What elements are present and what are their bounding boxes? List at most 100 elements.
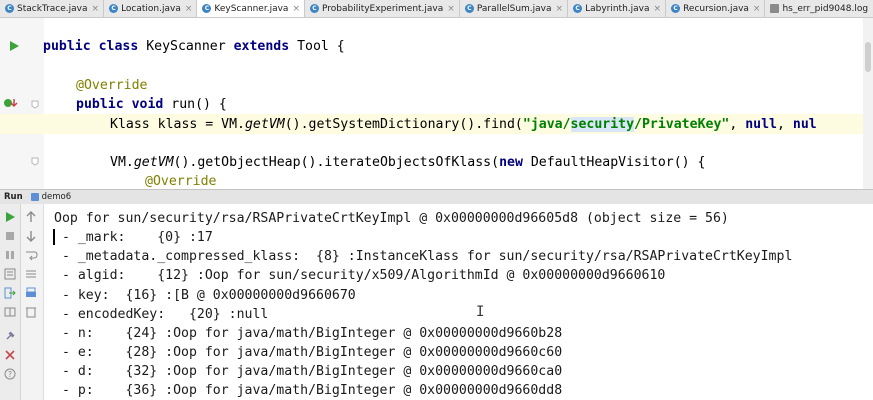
print-icon[interactable] xyxy=(24,286,38,300)
pause-icon[interactable] xyxy=(3,248,17,262)
run-toolbar-primary: ? xyxy=(0,204,21,400)
code-token: extends xyxy=(233,39,290,54)
code-token: "java/ xyxy=(522,117,571,132)
tab-labyrinth[interactable]: C Labyrinth.java × xyxy=(568,0,667,17)
console-line: - d: {32} :Oop for java/math/BigInteger … xyxy=(54,364,563,379)
code-token: nul xyxy=(792,117,817,132)
close-icon[interactable]: × xyxy=(92,4,100,14)
tab-parallelsum[interactable]: C ParallelSum.java × xyxy=(460,0,569,17)
code-token: @Override xyxy=(76,78,148,93)
class-icon: C xyxy=(671,4,681,13)
fold-marker-icon[interactable] xyxy=(31,100,39,109)
code-token: Klass klass = VM. xyxy=(110,117,245,132)
tab-label: Recursion.java xyxy=(683,3,749,14)
tab-label: hs_err_pid9048.log xyxy=(782,3,869,14)
code-token: , xyxy=(776,117,793,132)
code-line-inner-override: @Override xyxy=(145,172,216,189)
close-icon[interactable]: × xyxy=(292,4,300,14)
code-line-iterate-objects: VM.getVM().getObjectHeap().iterateObject… xyxy=(110,153,706,172)
code-token: public xyxy=(76,97,124,112)
tab-keyscanner[interactable]: C KeyScanner.java × xyxy=(197,0,305,17)
run-toolbar-secondary xyxy=(21,204,44,400)
override-method-icon[interactable] xyxy=(3,97,21,109)
console-line: - n: {24} :Oop for java/math/BigInteger … xyxy=(54,326,563,341)
close-icon[interactable]: × xyxy=(753,4,761,14)
code-token: VM. xyxy=(110,155,134,170)
console-line: - e: {28} :Oop for java/math/BigInteger … xyxy=(54,345,563,360)
console-line: - _metadata._compressed_klass: {8} :Inst… xyxy=(54,249,793,264)
console-line: - encodedKey: {20} :null xyxy=(54,307,269,322)
stop-icon[interactable] xyxy=(3,229,17,243)
clear-all-icon[interactable] xyxy=(24,305,38,319)
rerun-icon[interactable] xyxy=(3,210,17,224)
exit-icon[interactable] xyxy=(3,286,17,300)
code-token: run() { xyxy=(163,97,227,112)
close-icon[interactable]: × xyxy=(447,4,455,14)
tab-label: ProbabilityExperiment.java xyxy=(321,3,444,14)
class-icon: C xyxy=(309,4,319,13)
fold-marker-icon[interactable] xyxy=(31,157,39,166)
restore-layout-icon[interactable] xyxy=(3,305,17,319)
code-line-override-annotation: @Override xyxy=(76,76,147,95)
code-token: , xyxy=(729,117,746,132)
run-window-title[interactable]: Run xyxy=(4,192,23,202)
code-token: ().getSystemDictionary().find( xyxy=(284,117,523,132)
help-icon[interactable]: ? xyxy=(3,367,17,381)
class-icon: C xyxy=(5,4,14,13)
dump-threads-icon[interactable] xyxy=(3,267,17,281)
tab-probabilityexperiment[interactable]: C ProbabilityExperiment.java × xyxy=(305,0,460,17)
code-line-class-declaration: public class KeyScanner extends Tool { xyxy=(43,37,345,56)
tab-label: Location.java xyxy=(121,3,181,14)
run-console[interactable]: Oop for sun/security/rsa/RSAPrivateCrtKe… xyxy=(44,204,873,400)
mouse-ibeam-cursor: I xyxy=(476,304,485,320)
svg-text:?: ? xyxy=(8,370,12,379)
run-config-label: demo6 xyxy=(41,192,72,202)
tab-label: Labyrinth.java xyxy=(585,3,650,14)
console-line: - algid: {12} :Oop for sun/security/x509… xyxy=(54,268,666,283)
code-token: getVM xyxy=(133,155,174,170)
run-tool-window-header: Run demo6 xyxy=(0,189,873,205)
tab-label: StackTrace.java xyxy=(17,3,88,14)
code-line-find-klass: Klass klass = VM.getVM().getSystemDictio… xyxy=(110,115,817,134)
close-icon[interactable] xyxy=(3,348,17,362)
console-line: - key: {16} :[B @ 0x00000000d9660670 xyxy=(54,288,356,303)
tab-hs-err-log[interactable]: hs_err_pid9048.log × xyxy=(765,0,873,17)
scrollbar-thumb[interactable] xyxy=(865,42,871,72)
code-editor[interactable]: public class KeyScanner extends Tool { @… xyxy=(0,18,873,189)
class-icon: C xyxy=(464,4,474,13)
class-icon: C xyxy=(109,4,119,13)
run-config-tab[interactable]: demo6 xyxy=(30,192,72,202)
arrow-down-icon[interactable] xyxy=(24,229,38,243)
soft-wrap-icon[interactable] xyxy=(24,248,38,262)
close-icon[interactable]: × xyxy=(185,4,193,14)
editor-tab-bar: C StackTrace.java × C Location.java × C … xyxy=(0,0,873,18)
code-token: void xyxy=(131,97,164,112)
code-token: new xyxy=(499,155,523,170)
code-token: null xyxy=(745,117,777,132)
application-config-icon xyxy=(30,193,39,201)
code-token: /PrivateKey" xyxy=(634,117,730,132)
tab-label: KeyScanner.java xyxy=(214,3,289,14)
tab-recursion[interactable]: C Recursion.java × xyxy=(666,0,766,17)
log-file-icon xyxy=(770,4,780,13)
close-icon[interactable]: × xyxy=(654,4,662,14)
tab-label: ParallelSum.java xyxy=(476,3,552,14)
code-token: class xyxy=(98,39,139,54)
code-token-occurrence: security xyxy=(570,117,635,132)
editor-scrollbar[interactable] xyxy=(863,18,873,189)
code-token: ().getObjectHeap().iterateObjectsOfKlass… xyxy=(173,155,500,170)
arrow-up-icon[interactable] xyxy=(24,210,38,224)
tab-location[interactable]: C Location.java × xyxy=(104,0,198,17)
tab-stacktrace[interactable]: C StackTrace.java × xyxy=(0,0,105,17)
class-icon: C xyxy=(573,4,583,13)
console-line: - _mark: {0} :17 xyxy=(54,230,213,245)
code-token: @Override xyxy=(145,174,217,189)
code-token: DefaultHeapVisitor() { xyxy=(522,155,706,170)
run-class-icon[interactable] xyxy=(8,40,20,52)
scroll-to-end-icon[interactable] xyxy=(24,267,38,281)
code-token: getVM xyxy=(244,117,285,132)
pin-icon[interactable] xyxy=(3,329,17,343)
console-line: Oop for sun/security/rsa/RSAPrivateCrtKe… xyxy=(54,211,729,226)
code-token: public xyxy=(43,39,91,54)
close-icon[interactable]: × xyxy=(556,4,564,14)
